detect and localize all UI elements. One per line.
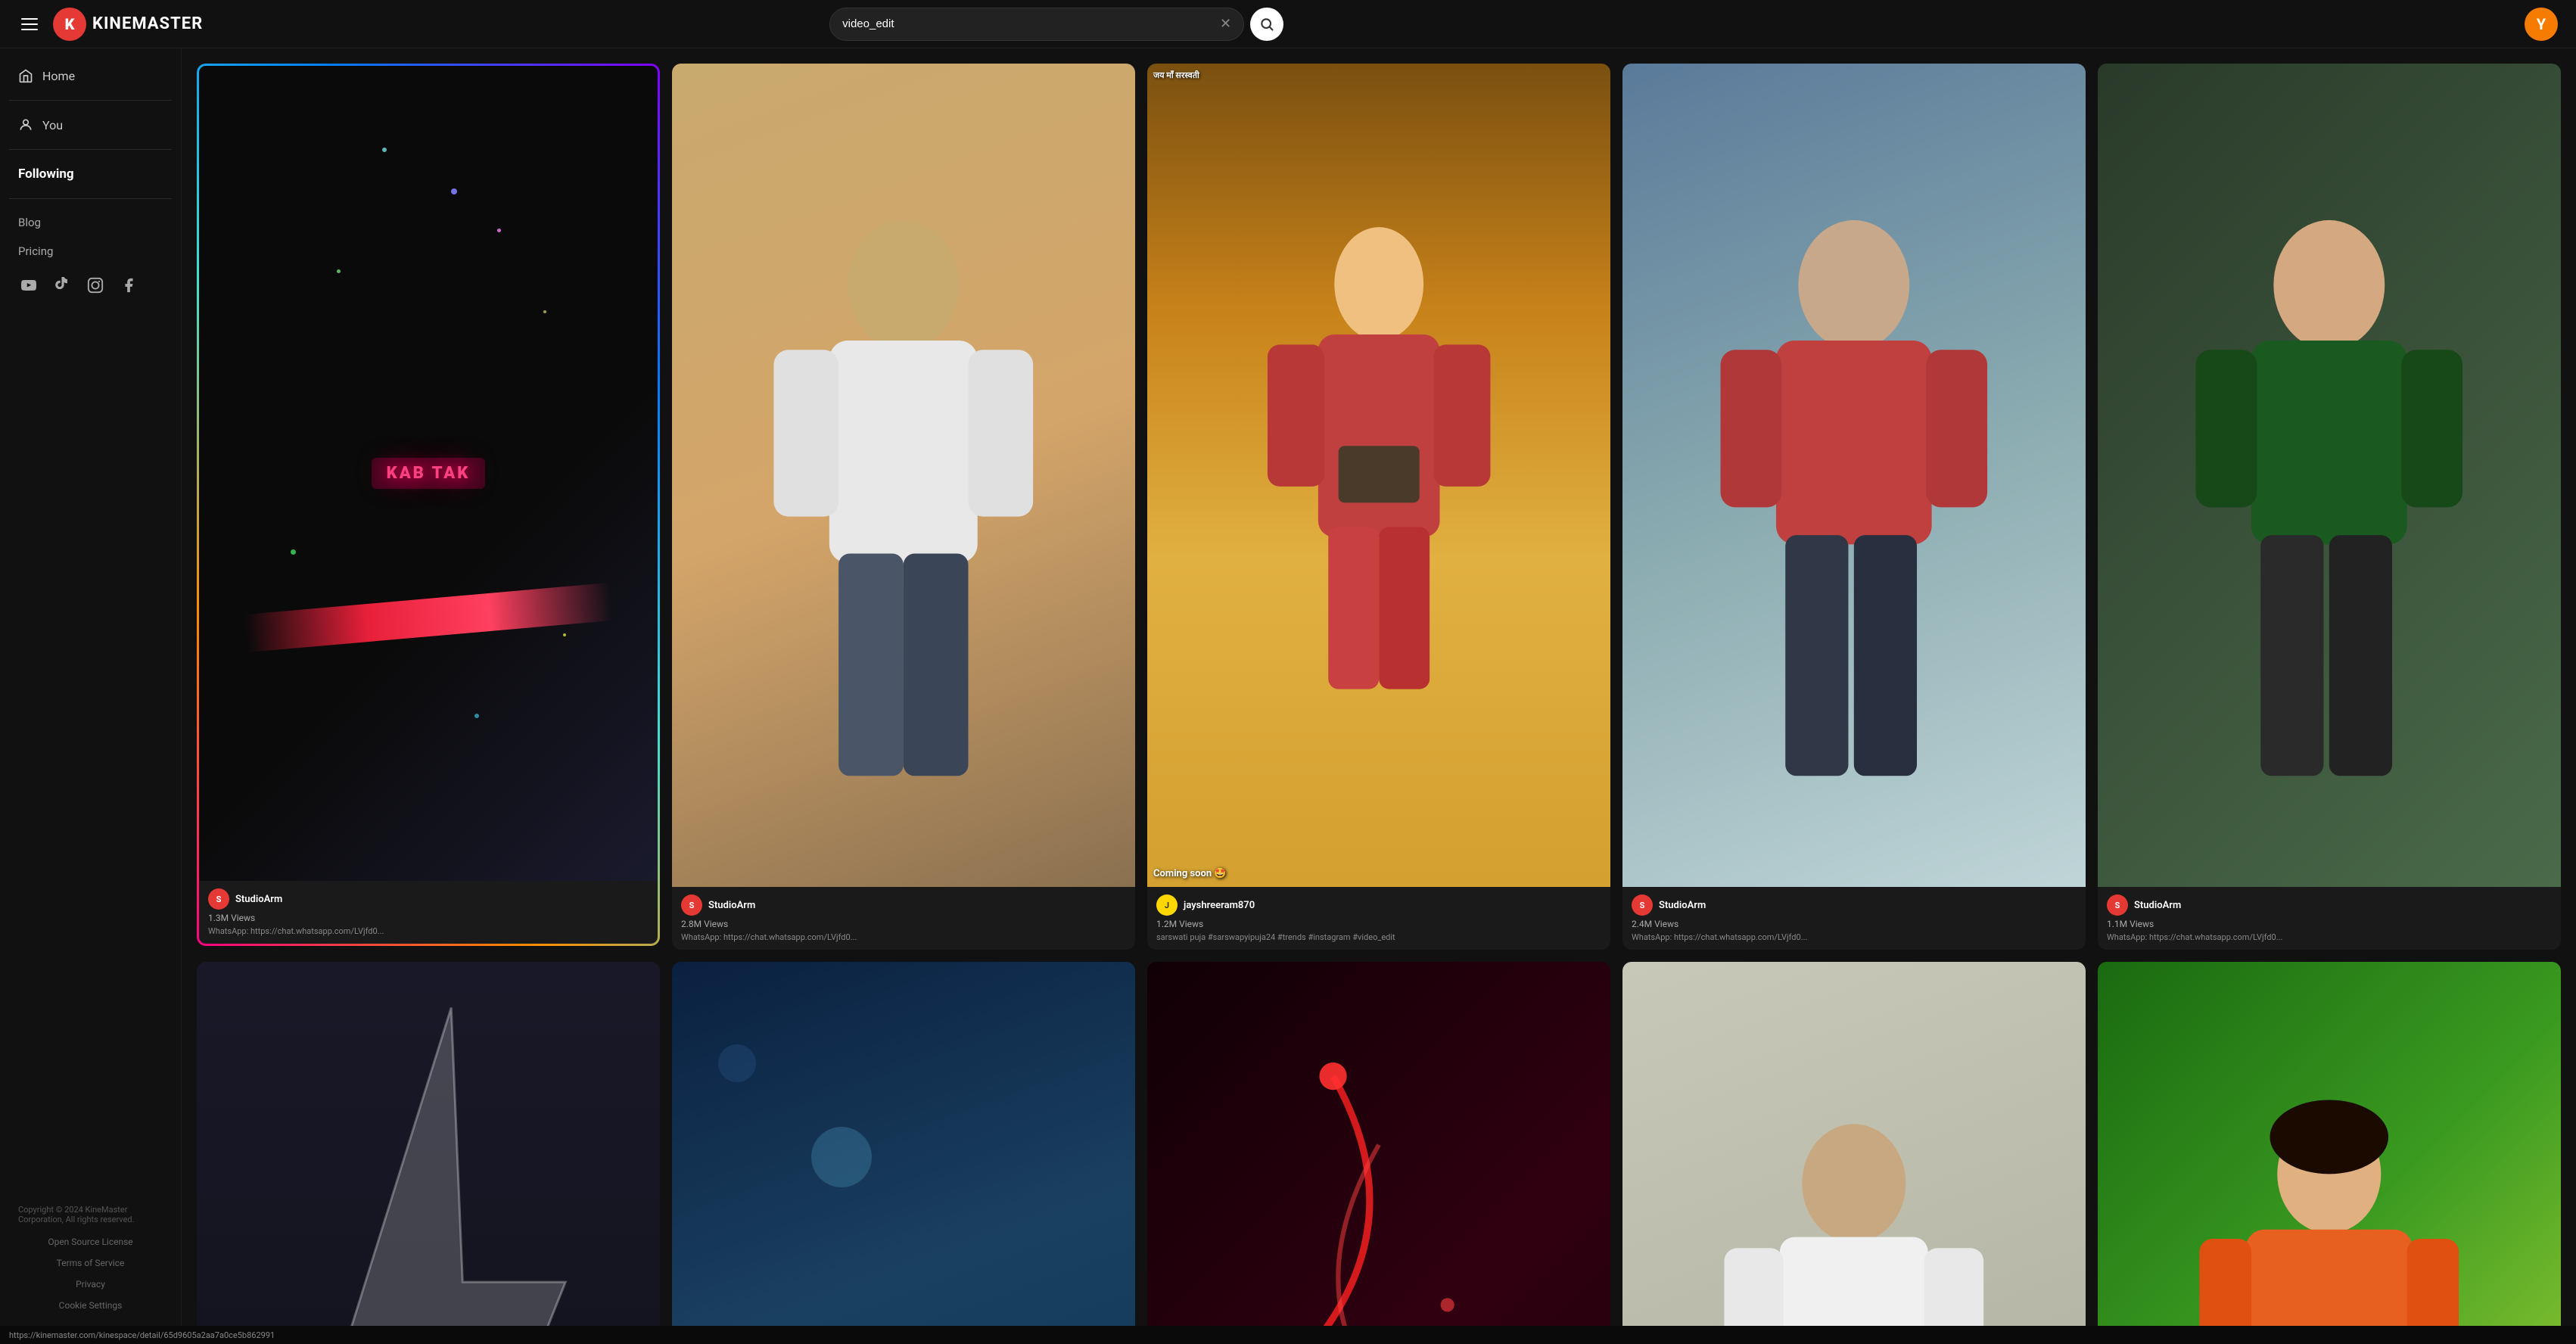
coming-soon-text: Coming soon 🤩: [1153, 868, 1604, 879]
sidebar-item-you[interactable]: You: [9, 110, 172, 140]
video-card-4[interactable]: S StudioArm 2.4M Views WhatsApp: https:/…: [1622, 64, 2086, 950]
video-desc-5: WhatsApp: https://chat.whatsapp.com/LVjf…: [2107, 932, 2552, 942]
video-desc-1: WhatsApp: https://chat.whatsapp.com/LVjf…: [208, 926, 649, 936]
channel-name-3: jayshreeram870: [1184, 900, 1255, 911]
sidebar-nav-2: You: [0, 110, 181, 140]
home-icon: [18, 68, 33, 83]
search-area: ✕: [829, 8, 1283, 41]
sidebar-pricing-link[interactable]: Pricing: [0, 237, 181, 266]
logo-text: KINEMASTER: [92, 14, 203, 33]
channel-avatar-3: J: [1156, 894, 1178, 916]
user-avatar[interactable]: Y: [2525, 8, 2558, 41]
view-count-1: 1.3M Views: [208, 913, 649, 923]
sidebar-copyright: Copyright © 2024 KineMaster Corporation,…: [0, 1196, 181, 1234]
video-info-4: S StudioArm 2.4M Views WhatsApp: https:/…: [1622, 887, 2086, 950]
view-count-4: 2.4M Views: [1632, 919, 2077, 929]
instagram-icon[interactable]: [85, 275, 106, 296]
video-card-10[interactable]: S StudioArm: [2098, 962, 2561, 1326]
main-content: KAB TAK S StudioArm 1.3M Views WhatsApp:…: [182, 48, 2576, 1326]
facebook-icon[interactable]: [118, 275, 139, 296]
sidebar-home-label: Home: [42, 69, 75, 83]
sidebar-blog-link[interactable]: Blog: [0, 208, 181, 237]
video-card-8[interactable]: K KineMaster 6.4M Views: [1147, 962, 1610, 1326]
person-silhouette-10: [2144, 1044, 2515, 1326]
channel-name-2: StudioArm: [708, 900, 755, 911]
video-card-9[interactable]: S StudioArm: [1622, 962, 2086, 1326]
channel-name-4: StudioArm: [1659, 900, 1706, 911]
video-card-1[interactable]: KAB TAK S StudioArm 1.3M Views WhatsApp:…: [197, 64, 660, 950]
sidebar-item-home[interactable]: Home: [9, 61, 172, 91]
sidebar-divider-3: [9, 198, 172, 199]
tiktok-icon[interactable]: [51, 275, 73, 296]
video-card-7[interactable]: SUBSCRIBE S StudioArm: [672, 962, 1135, 1326]
video-info-2: S StudioArm 2.8M Views WhatsApp: https:/…: [672, 887, 1135, 950]
search-box: ✕: [829, 8, 1244, 41]
logo-icon: K: [53, 8, 86, 41]
sidebar-divider-1: [9, 100, 172, 101]
video-desc-4: WhatsApp: https://chat.whatsapp.com/LVjf…: [1632, 932, 2077, 942]
privacy-link[interactable]: Privacy: [9, 1276, 172, 1293]
channel-name-1: StudioArm: [235, 894, 282, 905]
video-info-5: S StudioArm 1.1M Views WhatsApp: https:/…: [2098, 887, 2561, 950]
status-url: https://kinemaster.com/kinespace/detail/…: [9, 1330, 275, 1340]
video-info-3: J jayshreeram870 1.2M Views sarswati puj…: [1147, 887, 1610, 950]
video-card-2[interactable]: S StudioArm 2.8M Views WhatsApp: https:/…: [672, 64, 1135, 950]
person-silhouette-4: [1669, 146, 2039, 887]
video-card-6[interactable]: S StudioArm: [197, 962, 660, 1326]
search-button[interactable]: [1250, 8, 1283, 41]
person-silhouette-5: [2144, 146, 2515, 887]
video-card-3[interactable]: जय माँ सरस्वती Coming soon 🤩: [1147, 64, 1610, 950]
sidebar-footer-links: Open Source License Terms of Service Pri…: [0, 1234, 181, 1314]
sidebar-social: [0, 266, 181, 305]
video-grid: KAB TAK S StudioArm 1.3M Views WhatsApp:…: [197, 64, 2561, 1326]
channel-avatar-1: S: [208, 888, 229, 910]
sidebar: Home You Following Blog Pricing: [0, 48, 182, 1326]
search-icon: [1259, 17, 1274, 32]
sidebar-nav: Home: [0, 61, 181, 91]
video-desc-3: sarswati puja #sarswapyipuja24 #trends #…: [1156, 932, 1601, 942]
channel-avatar-5: S: [2107, 894, 2128, 916]
kab-tak-overlay: KAB TAK: [199, 66, 658, 881]
channel-name-5: StudioArm: [2134, 900, 2181, 911]
sidebar-you-label: You: [42, 118, 63, 132]
goddess-art: [1217, 203, 1541, 770]
view-count-2: 2.8M Views: [681, 919, 1126, 929]
logo[interactable]: K KINEMASTER: [53, 8, 203, 41]
menu-button[interactable]: [18, 15, 41, 33]
cookie-settings-link[interactable]: Cookie Settings: [9, 1297, 172, 1314]
status-bar: https://kinemaster.com/kinespace/detail/…: [0, 1326, 2576, 1344]
person-silhouette-9: [1669, 1044, 2039, 1326]
video-info-1: S StudioArm 1.3M Views WhatsApp: https:/…: [199, 881, 658, 944]
view-count-5: 1.1M Views: [2107, 919, 2552, 929]
video-desc-2: WhatsApp: https://chat.whatsapp.com/LVjf…: [681, 932, 1126, 942]
hindi-text: जय माँ सरस्वती: [1153, 70, 1604, 81]
layout: Home You Following Blog Pricing: [0, 48, 2576, 1326]
red-energy-art: [1147, 962, 1610, 1326]
sidebar-divider-2: [9, 149, 172, 150]
person-icon: [18, 117, 33, 132]
topbar: K KINEMASTER ✕ Y: [0, 0, 2576, 48]
open-source-license-link[interactable]: Open Source License: [9, 1234, 172, 1250]
kab-tak-text: KAB TAK: [372, 458, 486, 489]
channel-avatar-2: S: [681, 894, 702, 916]
channel-avatar-4: S: [1632, 894, 1653, 916]
lightning-art: [197, 962, 660, 1326]
sidebar-following-label: Following: [0, 159, 181, 189]
clear-search-button[interactable]: ✕: [1220, 16, 1231, 32]
search-input[interactable]: [842, 17, 1220, 30]
terms-of-service-link[interactable]: Terms of Service: [9, 1255, 172, 1271]
view-count-3: 1.2M Views: [1156, 919, 1601, 929]
person-silhouette-2: [718, 146, 1089, 887]
youtube-icon[interactable]: [18, 275, 39, 296]
video-card-5[interactable]: S StudioArm 1.1M Views WhatsApp: https:/…: [2098, 64, 2561, 950]
